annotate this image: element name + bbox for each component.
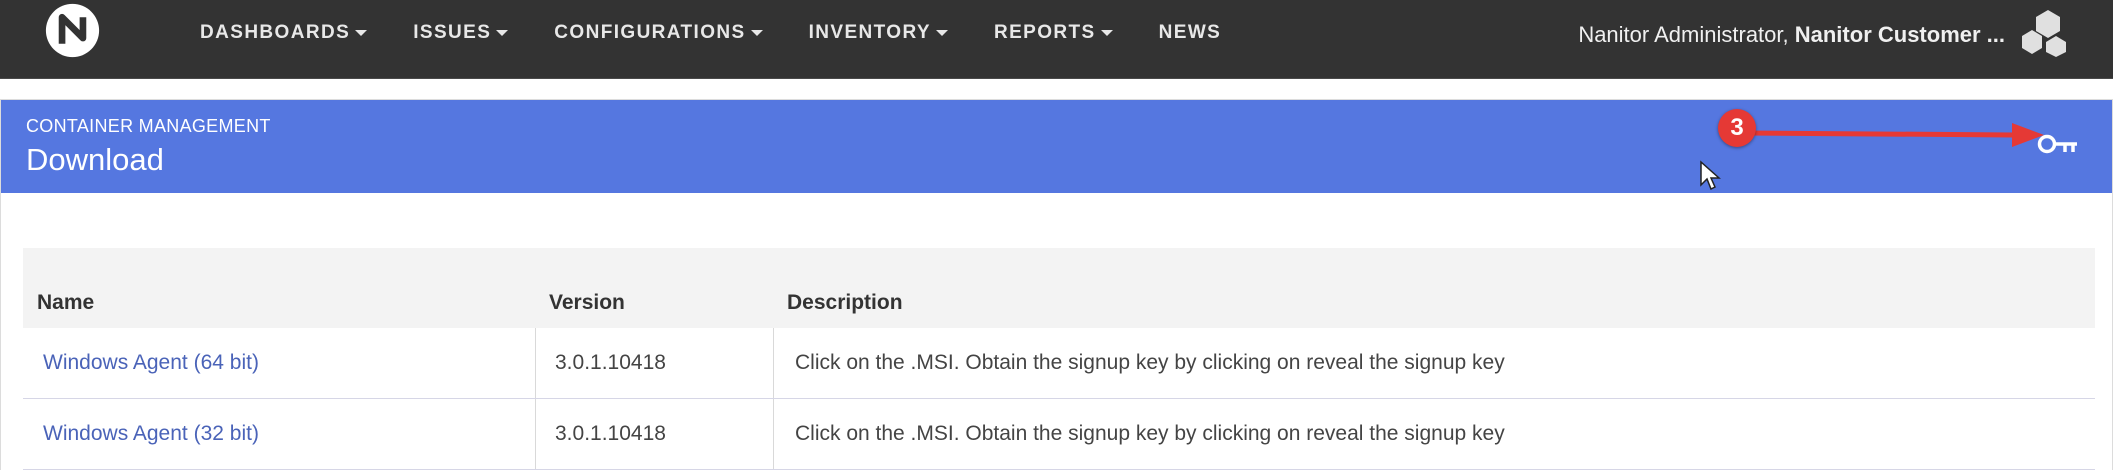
column-header-description[interactable]: Description: [787, 291, 903, 315]
caret-down-icon: [935, 30, 948, 36]
caret-down-icon: [496, 30, 509, 36]
organization-cubes-icon[interactable]: [2018, 8, 2070, 58]
column-divider: [773, 399, 774, 469]
description-cell: Click on the .MSI. Obtain the signup key…: [795, 351, 1505, 374]
caret-down-icon: [355, 30, 368, 36]
description-cell: Click on the .MSI. Obtain the signup key…: [795, 422, 1505, 445]
version-cell: 3.0.1.10418: [555, 422, 666, 445]
container-management-panel: CONTAINER MANAGEMENT Download 3 Name Ver…: [0, 99, 2113, 470]
nav-dashboards[interactable]: DASHBOARDS: [200, 22, 368, 44]
organization-name: Nanitor Customer ...: [1794, 22, 2005, 47]
nav-news-label: NEWS: [1158, 22, 1222, 43]
table-row: Windows Agent (64 bit) 3.0.1.10418 Click…: [23, 328, 2095, 399]
nanitor-logo-icon[interactable]: [44, 2, 101, 59]
column-header-version[interactable]: Version: [549, 291, 625, 315]
annotation-badge: 3: [1718, 109, 1756, 147]
panel-header: CONTAINER MANAGEMENT Download 3: [1, 100, 2112, 193]
nav-inventory[interactable]: INVENTORY: [809, 22, 948, 44]
nav-issues-label: ISSUES: [413, 22, 492, 43]
user-name: Nanitor Administrator,: [1578, 22, 1789, 47]
caret-down-icon: [750, 30, 763, 36]
column-header-name[interactable]: Name: [37, 291, 94, 315]
column-divider: [773, 328, 774, 398]
column-divider: [535, 328, 536, 398]
top-navbar: DASHBOARDS ISSUES CONFIGURATIONS INVENTO…: [0, 0, 2113, 79]
nav-configurations[interactable]: CONFIGURATIONS: [554, 22, 763, 44]
nav-inventory-label: INVENTORY: [808, 22, 931, 43]
version-cell: 3.0.1.10418: [555, 351, 666, 374]
nav-news[interactable]: NEWS: [1159, 22, 1222, 44]
download-link-windows-agent-32[interactable]: Windows Agent (32 bit): [43, 422, 259, 446]
user-menu[interactable]: Nanitor Administrator, Nanitor Customer …: [1578, 22, 2005, 48]
nav-reports[interactable]: REPORTS: [994, 22, 1113, 44]
nav-dashboards-label: DASHBOARDS: [200, 22, 351, 43]
annotation-arrow-icon: [1746, 123, 2044, 147]
download-link-windows-agent-64[interactable]: Windows Agent (64 bit): [43, 351, 259, 375]
main-nav: DASHBOARDS ISSUES CONFIGURATIONS INVENTO…: [200, 0, 1267, 66]
nav-configurations-label: CONFIGURATIONS: [554, 22, 746, 43]
page-title: Download: [26, 142, 164, 177]
breadcrumb: CONTAINER MANAGEMENT: [26, 116, 271, 136]
nav-issues[interactable]: ISSUES: [413, 22, 509, 44]
mouse-pointer-icon: [1700, 160, 1721, 191]
downloads-table: Name Version Description Windows Agent (…: [23, 248, 2095, 470]
table-header: Name Version Description: [23, 248, 2095, 328]
table-row: Windows Agent (32 bit) 3.0.1.10418 Click…: [23, 399, 2095, 470]
column-divider: [535, 399, 536, 469]
caret-down-icon: [1100, 30, 1113, 36]
key-icon[interactable]: [2037, 131, 2079, 157]
nav-reports-label: REPORTS: [993, 22, 1096, 43]
